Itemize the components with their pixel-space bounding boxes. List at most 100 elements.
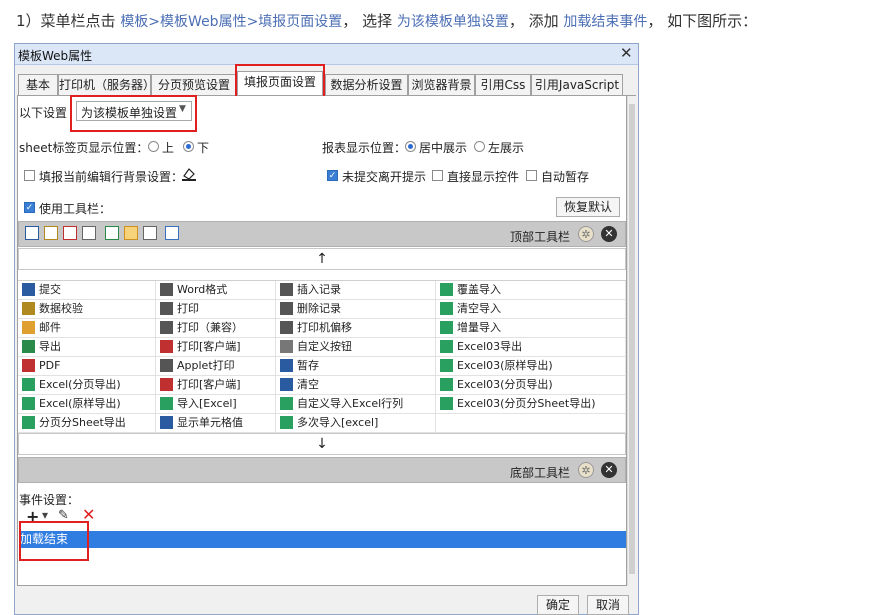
blank-icon[interactable] (165, 226, 179, 240)
top-toolbar-label: 顶部工具栏 (510, 230, 571, 244)
tab-data-analysis[interactable]: 数据分析设置 (325, 74, 408, 95)
toolbar-item-label: 清空导入 (457, 302, 501, 315)
settings-panel: 以下设置 为该模板单独设置 ▼ sheet标签页显示位置： 上 下 报表显示位置… (17, 95, 627, 586)
direct-show-label: 直接显示控件 (447, 170, 520, 184)
toolbar-item[interactable]: 删除记录 (276, 300, 436, 319)
toolbar-item-icon (440, 340, 453, 353)
toolbar-item-icon (160, 302, 173, 315)
tab-page-preview[interactable]: 分页预览设置 (151, 74, 237, 95)
insert-row-icon[interactable] (143, 226, 157, 240)
panel-scrollbar[interactable] (627, 96, 636, 586)
toolbar-item[interactable]: 覆盖导入 (436, 281, 626, 300)
paint-bucket-icon[interactable] (180, 164, 198, 182)
move-down-row[interactable]: ↓ (18, 433, 626, 455)
gear-icon[interactable]: ✲ (578, 226, 594, 242)
radio-report-left[interactable] (474, 141, 485, 152)
toolbar-item[interactable]: Excel03导出 (436, 338, 626, 357)
toolbar-item[interactable]: 打印[客户端] (156, 376, 276, 395)
save-icon[interactable] (25, 226, 39, 240)
toolbar-item[interactable]: 暂存 (276, 357, 436, 376)
toolbar-item[interactable]: 导入[Excel] (156, 395, 276, 414)
autosave-label: 自动暂存 (541, 170, 590, 184)
close-icon[interactable]: ✕ (620, 44, 633, 62)
toolbar-item-label: 自定义按钮 (297, 340, 352, 353)
toolbar-item-label: 打印机偏移 (297, 321, 352, 334)
ok-button[interactable]: 确定 (537, 595, 579, 615)
dropdown-small-icon[interactable]: ▾ (42, 508, 48, 522)
toolbar-item[interactable]: Excel03(原样导出) (436, 357, 626, 376)
radio-report-center[interactable] (405, 141, 416, 152)
radio-sheet-bottom[interactable] (183, 141, 194, 152)
toolbar-item[interactable]: 打印（兼容） (156, 319, 276, 338)
toolbar-item[interactable]: 打印[客户端] (156, 338, 276, 357)
toolbar-item-icon (160, 283, 173, 296)
pdf-icon[interactable] (63, 226, 77, 240)
move-up-row[interactable]: ↑ (18, 248, 626, 270)
toolbar-item[interactable]: Excel(分页导出) (18, 376, 156, 395)
toolbar-item[interactable]: Excel03(分页导出) (436, 376, 626, 395)
radio-sheet-top[interactable] (148, 141, 159, 152)
unsubmitted-label: 未提交离开提示 (342, 170, 427, 184)
toolbar-item[interactable]: Excel(原样导出) (18, 395, 156, 414)
toolbar-item-label: 暂存 (297, 359, 319, 372)
toolbar-item-label: Excel03(原样导出) (457, 359, 553, 372)
toolbar-item[interactable]: 邮件 (18, 319, 156, 338)
arrow-down-icon[interactable]: ↓ (316, 436, 328, 452)
cancel-button[interactable]: 取消 (587, 595, 629, 615)
arrow-up-icon[interactable]: ↑ (316, 251, 328, 267)
checkbox-use-toolbar[interactable]: ✓ (24, 202, 35, 213)
toolbar-item[interactable]: Applet打印 (156, 357, 276, 376)
toolbar-item-label: Applet打印 (177, 359, 235, 372)
highlight-select-box (70, 95, 197, 132)
gear-icon[interactable]: ✲ (578, 462, 594, 478)
toolbar-item[interactable]: 导出 (18, 338, 156, 357)
checkbox-fill-bg[interactable] (24, 170, 35, 181)
tab-basic[interactable]: 基本 (18, 74, 58, 95)
checkbox-direct-show[interactable] (432, 170, 443, 181)
toolbar-item-label: 分页分Sheet导出 (39, 416, 126, 429)
toolbar-item-icon (22, 359, 35, 372)
toolbar-item-label: 清空 (297, 378, 319, 391)
toolbar-item[interactable]: 提交 (18, 281, 156, 300)
tab-javascript[interactable]: 引用JavaScript (531, 74, 623, 95)
toolbar-item[interactable]: 打印 (156, 300, 276, 319)
toolbar-item[interactable]: 增量导入 (436, 319, 626, 338)
check-icon[interactable] (44, 226, 58, 240)
toolbar-item[interactable]: PDF (18, 357, 156, 376)
close-toolbar-icon[interactable]: ✕ (601, 226, 617, 242)
toolbar-item[interactable]: 自定义按钮 (276, 338, 436, 357)
toolbar-item-label: Excel03导出 (457, 340, 523, 353)
toolbar-item-icon (22, 378, 35, 391)
toolbar-item[interactable]: 自定义导入Excel行列 (276, 395, 436, 414)
toolbar-item[interactable]: 显示单元格值 (156, 414, 276, 433)
toolbar-item[interactable]: 打印机偏移 (276, 319, 436, 338)
toolbar-item[interactable]: 清空导入 (436, 300, 626, 319)
toolbar-item[interactable]: 分页分Sheet导出 (18, 414, 156, 433)
close-toolbar-icon[interactable]: ✕ (601, 462, 617, 478)
restore-default-button[interactable]: 恢复默认 (556, 197, 620, 217)
checkbox-autosave[interactable] (526, 170, 537, 181)
top-toolbar: 顶部工具栏 ✲ ✕ (18, 221, 626, 247)
toolbar-item[interactable]: 多次导入[excel] (276, 414, 436, 433)
toolbar-item[interactable]: Word格式 (156, 281, 276, 300)
scrollbar-thumb[interactable] (629, 104, 635, 574)
checkbox-unsubmitted-warning[interactable]: ✓ (327, 170, 338, 181)
toolbar-item[interactable]: 数据校验 (18, 300, 156, 319)
mail-icon[interactable] (124, 226, 138, 240)
toolbar-item-label: 多次导入[excel] (297, 416, 379, 429)
toolbar-item-label: Excel03(分页分Sheet导出) (457, 397, 596, 410)
print-icon[interactable] (82, 226, 96, 240)
tab-browser-background[interactable]: 浏览器背景 (408, 74, 475, 95)
toolbar-item-label: 删除记录 (297, 302, 341, 315)
tab-css[interactable]: 引用Css (475, 74, 531, 95)
export-icon[interactable] (105, 226, 119, 240)
toolbar-item-icon (440, 283, 453, 296)
event-item-load-end[interactable]: 加载结束 (20, 531, 626, 548)
tab-printer-server[interactable]: 打印机（服务器） (58, 74, 155, 95)
toolbar-item[interactable]: 插入记录 (276, 281, 436, 300)
use-toolbar-label: 使用工具栏： (39, 202, 112, 216)
toolbar-item-icon (440, 302, 453, 315)
toolbar-item-icon (22, 302, 35, 315)
toolbar-item[interactable]: 清空 (276, 376, 436, 395)
toolbar-item[interactable]: Excel03(分页分Sheet导出) (436, 395, 626, 414)
